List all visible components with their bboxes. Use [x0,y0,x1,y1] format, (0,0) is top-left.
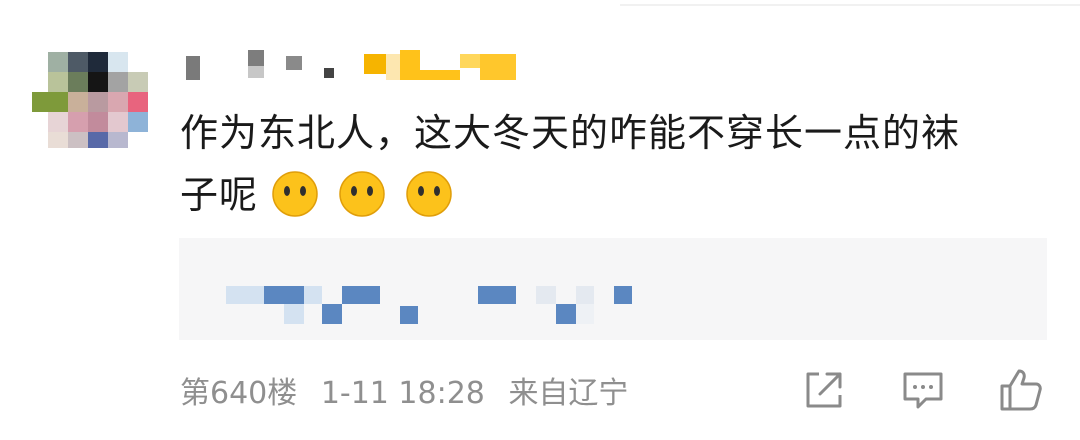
comment-line-1: 作为东北人，这大冬天的咋能不穿长一点的袜 [180,111,961,155]
comment-line-2-text: 子呢 [180,173,259,217]
post-time: 1-11 18:28 [320,376,485,411]
hushed-face-icon [406,171,453,217]
username[interactable] [186,50,526,84]
share-icon[interactable] [801,367,847,413]
quoted-content[interactable] [179,238,1047,340]
hushed-face-icon [272,171,318,217]
comment-meta: 第640楼 1-11 18:28 来自辽宁 [180,368,628,412]
top-divider [620,4,1080,6]
post-location: 来自辽宁 [508,376,629,411]
like-icon[interactable] [998,367,1044,413]
hushed-face-icon [339,171,385,217]
avatar[interactable] [32,52,148,148]
floor-number: 第640楼 [180,376,298,411]
comment-text: 作为东北人，这大冬天的咋能不穿长一点的袜 子呢 [180,102,1040,226]
comment-icon[interactable] [900,367,946,413]
comment-line-2: 子呢 [180,164,1040,226]
